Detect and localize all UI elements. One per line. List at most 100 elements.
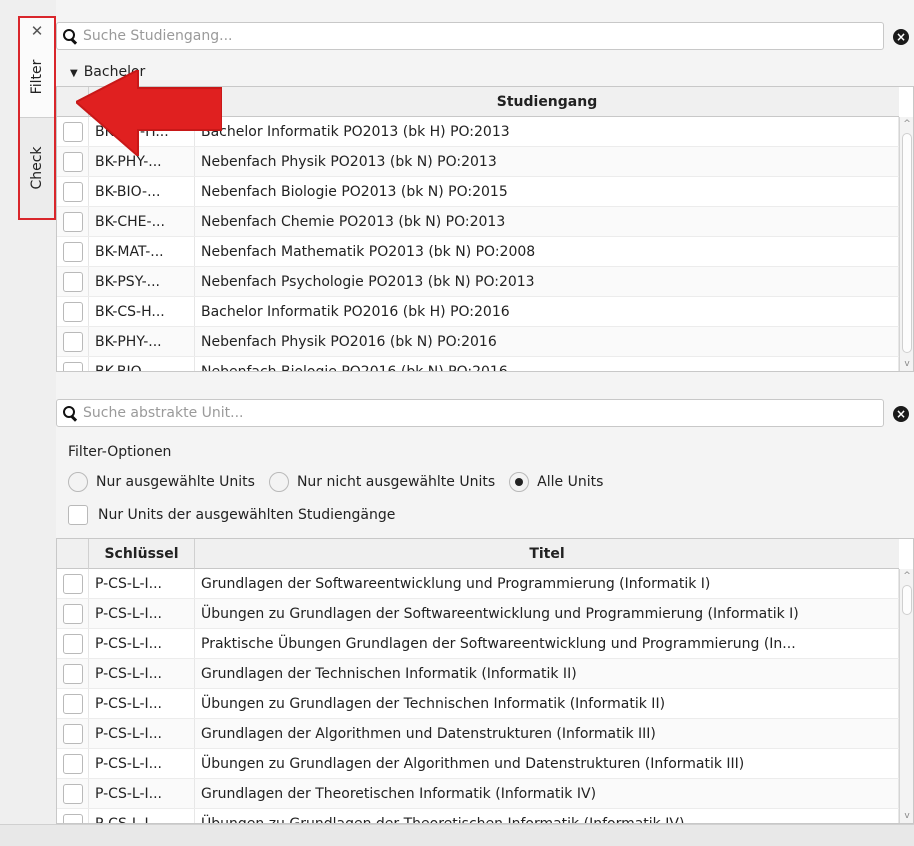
unit-search-input[interactable]	[81, 404, 819, 422]
unit-title: Praktische Übungen Grundlagen der Softwa…	[195, 629, 899, 658]
filter-radio-group: Nur ausgewählte Units Nur nicht ausgewäh…	[68, 472, 617, 492]
unit-key: P-CS-L-I...	[89, 569, 195, 598]
row-checkbox[interactable]	[62, 211, 83, 232]
row-checkbox[interactable]	[62, 181, 83, 202]
program-key: BK-BIO-...	[89, 177, 195, 206]
annotation-arrow-icon	[76, 70, 222, 156]
units-scrollbar[interactable]: ^ v	[899, 569, 913, 823]
program-name: Nebenfach Biologie PO2016 (bk N) PO:2016	[195, 357, 899, 371]
table-row[interactable]: P-CS-L-I... Grundlagen der Theoretischen…	[57, 779, 899, 809]
unit-key: P-CS-L-I...	[89, 689, 195, 718]
table-row[interactable]: P-CS-L-I... Praktische Übungen Grundlage…	[57, 629, 899, 659]
row-checkbox[interactable]	[62, 783, 83, 804]
unit-title: Übungen zu Grundlagen der Softwareentwic…	[195, 599, 899, 628]
table-row[interactable]: BK-BIO-... Nebenfach Biologie PO2013 (bk…	[57, 177, 899, 207]
radio-label: Nur nicht ausgewählte Units	[296, 474, 496, 490]
radio-button[interactable]	[268, 472, 289, 492]
row-checkbox[interactable]	[62, 813, 83, 823]
unit-key: P-CS-L-I...	[89, 749, 195, 778]
program-key: BK-CS-H...	[89, 297, 195, 326]
row-checkbox[interactable]	[62, 361, 83, 371]
title-column-header[interactable]: Titel	[195, 539, 899, 569]
program-name: Nebenfach Psychologie PO2013 (bk N) PO:2…	[195, 267, 899, 296]
unit-key: P-CS-L-I...	[89, 659, 195, 688]
program-search-box	[56, 22, 884, 50]
tab-filter[interactable]: ✕ Filter	[20, 18, 54, 118]
unit-title: Grundlagen der Technischen Informatik (I…	[195, 659, 899, 688]
row-checkbox[interactable]	[62, 331, 83, 352]
radio-only-selected[interactable]: Nur ausgewählte Units	[68, 472, 255, 492]
scroll-thumb[interactable]	[902, 585, 912, 615]
table-row[interactable]: BK-CS-H... Bachelor Informatik PO2016 (b…	[57, 297, 899, 327]
key-column-header[interactable]: Schlüssel	[89, 539, 195, 569]
table-row[interactable]: P-CS-L-I... Übungen zu Grundlagen der Te…	[57, 689, 899, 719]
table-row[interactable]: BK-CHE-... Nebenfach Chemie PO2013 (bk N…	[57, 207, 899, 237]
unit-title: Übungen zu Grundlagen der Technischen In…	[195, 689, 899, 718]
radio-all-units[interactable]: Alle Units	[509, 472, 603, 492]
scroll-thumb[interactable]	[902, 133, 912, 353]
unit-key: P-CS-L-I...	[89, 599, 195, 628]
unit-key: P-CS-L-I...	[89, 719, 195, 748]
scroll-down-icon[interactable]: v	[900, 359, 914, 369]
select-column-header[interactable]	[57, 539, 89, 569]
units-rows: P-CS-L-I... Grundlagen der Softwareentwi…	[57, 569, 899, 823]
radio-button[interactable]	[68, 472, 88, 492]
row-checkbox[interactable]	[62, 271, 83, 292]
row-checkbox[interactable]	[62, 241, 83, 262]
unit-key: P-CS-L-I...	[89, 779, 195, 808]
programs-scrollbar[interactable]: ^ v	[899, 117, 913, 371]
program-key: BK-CHE-...	[89, 207, 195, 236]
program-key: BK-PSY-...	[89, 267, 195, 296]
checkbox-label: Nur Units der ausgewählten Studiengänge	[98, 507, 396, 523]
scroll-up-icon[interactable]: ^	[900, 571, 914, 581]
table-row[interactable]: P-CS-L-I... Übungen zu Grundlagen der So…	[57, 599, 899, 629]
filter-options-title: Filter-Optionen	[68, 444, 172, 460]
table-row[interactable]: P-CS-L-I... Grundlagen der Softwareentwi…	[57, 569, 899, 599]
tab-check[interactable]: Check	[20, 118, 54, 218]
only-selected-programs-option[interactable]: Nur Units der ausgewählten Studiengänge	[68, 505, 395, 525]
program-name: Nebenfach Chemie PO2013 (bk N) PO:2013	[195, 207, 899, 236]
table-row[interactable]: BK-PSY-... Nebenfach Psychologie PO2013 …	[57, 267, 899, 297]
radio-button[interactable]	[509, 472, 530, 492]
table-row[interactable]: BK-MAT-... Nebenfach Mathematik PO2013 (…	[57, 237, 899, 267]
radio-label: Nur ausgewählte Units	[96, 474, 255, 490]
unit-key: P-CS-L-I...	[89, 809, 195, 823]
program-search-input[interactable]	[81, 27, 819, 45]
close-icon[interactable]: ✕	[20, 22, 54, 40]
clear-icon[interactable]: ×	[893, 406, 909, 422]
unit-title: Grundlagen der Algorithmen und Datenstru…	[195, 719, 899, 748]
scroll-up-icon[interactable]: ^	[900, 119, 914, 129]
only-selected-programs-checkbox[interactable]	[68, 505, 88, 525]
unit-title: Grundlagen der Softwareentwicklung und P…	[195, 569, 899, 598]
search-icon	[63, 29, 77, 43]
row-checkbox[interactable]	[62, 301, 83, 322]
table-row[interactable]: P-CS-L-I... Grundlagen der Algorithmen u…	[57, 719, 899, 749]
vertical-tabs: ✕ Filter Check	[18, 16, 56, 220]
program-name: Nebenfach Physik PO2016 (bk N) PO:2016	[195, 327, 899, 356]
row-checkbox[interactable]	[62, 603, 83, 624]
units-table: Schlüssel Titel P-CS-L-I... Grundlagen d…	[56, 538, 914, 824]
unit-search-box	[56, 399, 884, 427]
table-row[interactable]: BK-PHY-... Nebenfach Physik PO2016 (bk N…	[57, 327, 899, 357]
radio-only-unselected[interactable]: Nur nicht ausgewählte Units	[268, 472, 496, 492]
clear-icon[interactable]: ×	[893, 29, 909, 45]
program-key: BK-MAT-...	[89, 237, 195, 266]
row-checkbox[interactable]	[62, 663, 83, 684]
status-bar	[0, 824, 914, 846]
scroll-down-icon[interactable]: v	[900, 811, 914, 821]
program-column-header[interactable]: Studiengang	[195, 87, 899, 117]
row-checkbox[interactable]	[62, 573, 83, 594]
unit-title: Übungen zu Grundlagen der Algorithmen un…	[195, 749, 899, 778]
row-checkbox[interactable]	[62, 633, 83, 654]
tab-filter-label: Filter	[29, 60, 45, 95]
row-checkbox[interactable]	[62, 723, 83, 744]
table-row[interactable]: BK-BIO-... Nebenfach Biologie PO2016 (bk…	[57, 357, 899, 371]
program-key: BK-BIO-...	[89, 357, 195, 371]
row-checkbox[interactable]	[62, 693, 83, 714]
row-checkbox[interactable]	[62, 753, 83, 774]
unit-title: Grundlagen der Theoretischen Informatik …	[195, 779, 899, 808]
units-table-header: Schlüssel Titel	[57, 539, 899, 569]
table-row[interactable]: P-CS-L-I... Grundlagen der Technischen I…	[57, 659, 899, 689]
table-row[interactable]: P-CS-L-I... Übungen zu Grundlagen der Al…	[57, 749, 899, 779]
table-row[interactable]: P-CS-L-I... Übungen zu Grundlagen der Th…	[57, 809, 899, 823]
